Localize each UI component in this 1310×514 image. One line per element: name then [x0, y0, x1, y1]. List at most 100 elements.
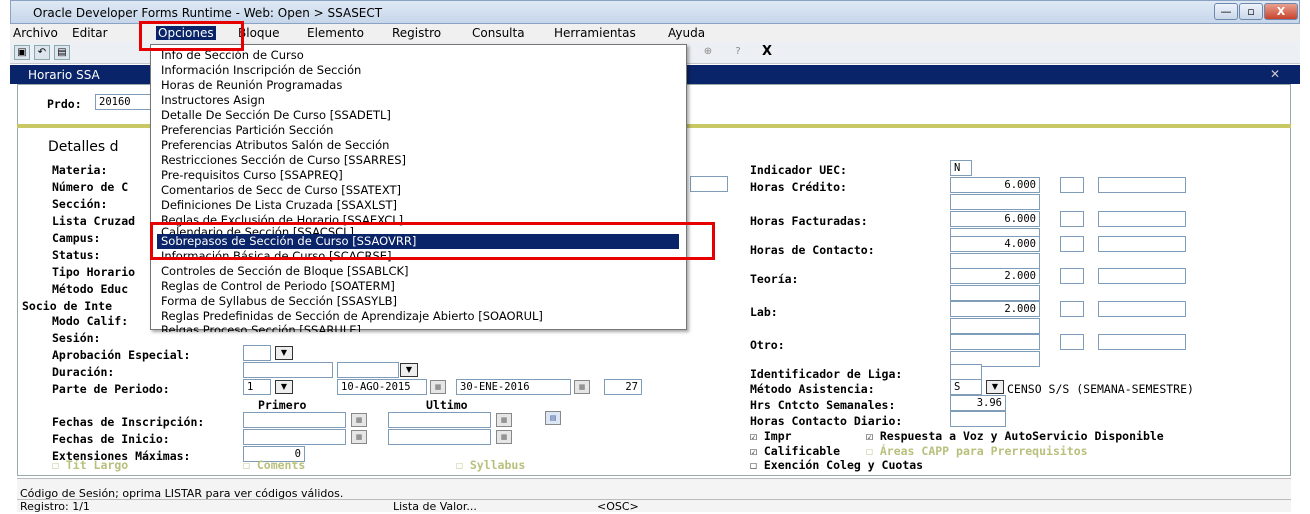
menu-item[interactable]: Forma de Syllabus de Sección [SSASYLB]: [161, 294, 683, 309]
contacto-2-field[interactable]: [950, 253, 1040, 269]
menu-item[interactable]: Pre-requisitos Curso [SSAPREQ]: [161, 168, 683, 183]
hrs-sem-field[interactable]: 3.96: [950, 395, 1006, 411]
lab-max-field[interactable]: [1098, 301, 1186, 317]
uec-field[interactable]: N: [950, 160, 972, 176]
menu-archivo[interactable]: Archivo: [13, 26, 58, 40]
menu-consulta[interactable]: Consulta: [472, 26, 525, 40]
calendar-icon[interactable]: ▦: [574, 380, 590, 394]
respuesta-checkbox[interactable]: ☑ Respuesta a Voz y AutoServicio Disponi…: [866, 429, 1164, 443]
undo-icon[interactable]: ↶: [34, 45, 50, 60]
calendar-lookup-icon[interactable]: ▤: [545, 411, 561, 425]
impr-checkbox[interactable]: ☑ Impr: [750, 429, 792, 443]
form-close-icon[interactable]: ✕: [1270, 67, 1280, 81]
menu-item[interactable]: Horas de Reunión Programadas: [161, 78, 683, 93]
menu-bloque[interactable]: Bloque: [238, 26, 280, 40]
teoria-field[interactable]: 2.000: [950, 268, 1040, 284]
parte-field[interactable]: 1: [243, 379, 271, 395]
numero-curso-field[interactable]: [690, 176, 728, 192]
syllabus-checkbox[interactable]: ☐ Syllabus: [456, 458, 525, 472]
fecha-fin-periodo-field[interactable]: 30-ENE-2016: [456, 379, 571, 395]
exencion-label: Exención Coleg y Cuotas: [763, 458, 924, 472]
calendar-icon[interactable]: ▦: [430, 380, 446, 394]
print-icon[interactable]: ▤: [54, 45, 70, 60]
teoria-max-field[interactable]: [1098, 268, 1186, 284]
menu-registro[interactable]: Registro: [392, 26, 441, 40]
lab-field[interactable]: 2.000: [950, 301, 1040, 317]
otro-max-field[interactable]: [1098, 334, 1186, 350]
lab-2-field[interactable]: [950, 318, 1040, 334]
menu-item[interactable]: Restricciones Sección de Curso [SSARRES]: [161, 153, 683, 168]
fecha-inicio-periodo-field[interactable]: 10-AGO-2015: [337, 379, 427, 395]
menu-item[interactable]: Comentarios de Secc de Curso [SSATEXT]: [161, 183, 683, 198]
menu-herramientas[interactable]: Herramientas: [554, 26, 636, 40]
fecha-ini-fin-field[interactable]: [388, 429, 491, 445]
help-icon[interactable]: ?: [730, 45, 746, 60]
credito-max-field[interactable]: [1098, 177, 1186, 193]
menu-ayuda[interactable]: Ayuda: [668, 26, 705, 40]
syllabus-label: Syllabus: [469, 458, 526, 472]
minimize-button[interactable]: —: [1214, 3, 1238, 20]
menu-item[interactable]: Instructores Asign: [161, 93, 683, 108]
credito-ind-field[interactable]: [1060, 177, 1084, 193]
teoria-ind-field[interactable]: [1060, 268, 1084, 284]
calendar-icon[interactable]: ▦: [351, 430, 367, 444]
fecha-insc-fin-field[interactable]: [388, 412, 491, 428]
capp-checkbox[interactable]: ☐ Áreas CAPP para Prerrequisitos: [866, 444, 1088, 458]
calendar-icon[interactable]: ▦: [351, 413, 367, 427]
liga-field[interactable]: [950, 364, 982, 380]
facturadas-max-field[interactable]: [1098, 211, 1186, 227]
facturadas-field[interactable]: 6.000: [950, 211, 1040, 227]
exit-icon[interactable]: X: [762, 44, 772, 59]
facturadas-ind-field[interactable]: [1060, 211, 1084, 227]
contacto-max-field[interactable]: [1098, 236, 1186, 252]
tit-largo-checkbox[interactable]: ☐ Tít Largo: [52, 458, 128, 472]
close-button[interactable]: X: [1264, 3, 1298, 20]
menu-item[interactable]: Reglas Predefinidas de Sección de Aprend…: [161, 309, 683, 324]
prdo-label: Prdo:: [47, 97, 82, 111]
parte-dropdown-icon[interactable]: ▼: [275, 380, 293, 394]
capp-label: Áreas CAPP para Prerrequisitos: [879, 444, 1088, 458]
seccion-label: Sección:: [52, 197, 108, 211]
navigate-icon[interactable]: ⊕: [700, 45, 716, 60]
teoria-2-field[interactable]: [950, 285, 1040, 301]
calendar-icon[interactable]: ▦: [496, 413, 512, 427]
credito-2-field[interactable]: [950, 194, 1040, 210]
menu-item[interactable]: Definiciones De Lista Cruzada [SSAXLST]: [161, 198, 683, 213]
menu-item[interactable]: Preferencias Atributos Salón de Sección: [161, 138, 683, 153]
save-icon[interactable]: ▣: [14, 45, 30, 60]
calificable-label: Calificable: [763, 444, 841, 458]
coments-checkbox[interactable]: ☐ Coments: [243, 458, 305, 472]
aprobacion-field[interactable]: [243, 345, 271, 361]
asistencia-field[interactable]: S: [950, 379, 982, 395]
menu-item[interactable]: Controles de Sección de Bloque [SSABLCK]: [161, 264, 683, 279]
menu-item[interactable]: Detalle De Sección De Curso [SSADETL]: [161, 108, 683, 123]
aprobacion-dropdown-icon[interactable]: ▼: [275, 346, 293, 360]
menu-item[interactable]: Relgas Proceso Sección [SSARULE]: [161, 323, 683, 332]
asistencia-dropdown-icon[interactable]: ▼: [986, 380, 1004, 394]
semanas-field[interactable]: 27: [604, 379, 642, 395]
credito-field[interactable]: 6.000: [950, 177, 1040, 193]
menu-item[interactable]: Preferencias Partición Sección: [161, 123, 683, 138]
otro-field[interactable]: [950, 334, 1040, 350]
menu-elemento[interactable]: Elemento: [307, 26, 364, 40]
calendar-icon[interactable]: ▦: [496, 430, 512, 444]
menu-item[interactable]: Información Inscripción de Sección: [161, 63, 683, 78]
exencion-checkbox[interactable]: ☐ Exención Coleg y Cuotas: [750, 458, 923, 472]
duracion-field[interactable]: [243, 362, 333, 378]
contacto-field[interactable]: 4.000: [950, 236, 1040, 252]
maximize-button[interactable]: ▫: [1239, 3, 1263, 20]
contacto-ind-field[interactable]: [1060, 236, 1084, 252]
fecha-ini-inicio-field[interactable]: [243, 429, 346, 445]
prdo-field[interactable]: 20160: [95, 94, 155, 110]
materia-label: Materia:: [52, 163, 108, 177]
menu-item[interactable]: Reglas de Control de Periodo [SOATERM]: [161, 279, 683, 294]
duracion-dropdown-icon[interactable]: ▼: [400, 363, 418, 377]
duracion-unit-field[interactable]: [337, 362, 399, 378]
menu-editar[interactable]: Editar: [72, 26, 108, 40]
lab-ind-field[interactable]: [1060, 301, 1084, 317]
fecha-insc-inicio-field[interactable]: [243, 412, 346, 428]
aprobacion-label: Aprobación Especial:: [52, 348, 191, 362]
calificable-checkbox[interactable]: ☑ Calificable: [750, 444, 840, 458]
hrs-diario-field[interactable]: [950, 411, 1006, 427]
otro-ind-field[interactable]: [1060, 334, 1084, 350]
